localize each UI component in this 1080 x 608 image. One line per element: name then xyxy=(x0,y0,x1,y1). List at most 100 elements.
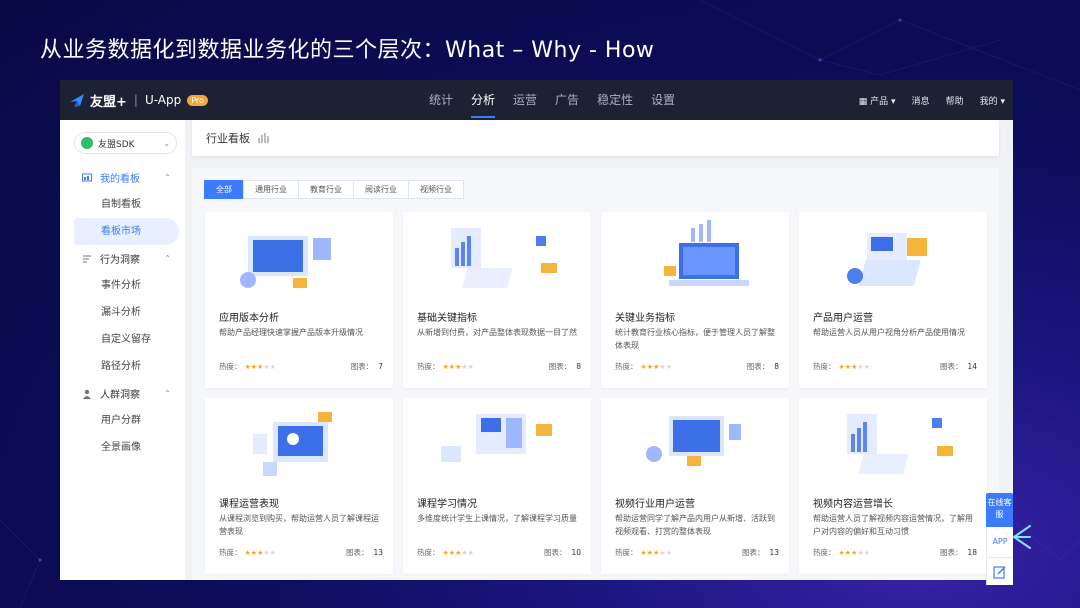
card-illustration xyxy=(240,236,331,288)
sidebar-item-user-segment[interactable]: 用户分群 xyxy=(60,407,185,434)
industry-tabs: 全部 通用行业 教育行业 阅读行业 视频行业 xyxy=(204,180,464,199)
online-service-button[interactable]: 在线客服 xyxy=(986,493,1013,527)
card-description: 帮助产品经理快速掌握产品版本升级情况 xyxy=(219,328,363,337)
board-card[interactable]: 视频行业用户运营 帮助运营同学了解产品内用户从新增、活跃到视频观看、打赏的整体表现… xyxy=(601,398,789,574)
heat-rating: ★★★★★ xyxy=(245,549,276,557)
card-footer: 热度： ★★★★★ 图表： 14 xyxy=(813,361,977,372)
board-card[interactable]: 课程运营表现 从课程浏览到购买，帮助运营人员了解课程运营表现 热度： ★★★★★ 图表：… xyxy=(205,398,393,574)
sidebar-item-path-analysis[interactable]: 路径分析 xyxy=(60,353,185,380)
page-header: 行业看板 xyxy=(192,120,999,156)
board-card[interactable]: 关键业务指标 统计教育行业核心指标，便于管理人员了解整体表现 热度： ★★★★★ 图表：… xyxy=(601,212,789,388)
brand-name: 友盟+ xyxy=(90,94,127,110)
card-title: 关键业务指标 xyxy=(615,313,675,324)
heat-rating: ★★★★★ xyxy=(641,549,672,557)
sidebar: 友盟SDK ⌄ 我的看板 ⌃ 自制看板 看板市场 行为洞察 ⌃ 事件分析 漏斗分… xyxy=(60,120,185,580)
chart-count: 图表： 18 xyxy=(939,548,977,557)
chart-count: 图表： 13 xyxy=(741,548,779,557)
card-illustration xyxy=(847,414,953,474)
tab-education[interactable]: 教育行业 xyxy=(298,180,354,199)
chart-icon xyxy=(258,133,269,143)
card-footer: 热度： ★★★★★ 图表： 13 xyxy=(615,547,779,558)
card-footer: 热度： ★★★★★ 图表： 18 xyxy=(813,547,977,558)
user-icon xyxy=(83,389,91,399)
card-title: 课程学习情况 xyxy=(417,499,477,510)
board-card[interactable]: 基础关键指标 从新增到付费，对产品整体表现数据一目了然 热度： ★★★★★ 图表： 8 xyxy=(403,212,591,388)
sparkle-decoration xyxy=(1013,525,1031,549)
app-download-button[interactable]: APP xyxy=(986,527,1013,557)
top-navigation-bar: 友盟+ | U-App Pro 统计 分析 运营 广告 稳定性 设置 ▦ 产品 … xyxy=(60,80,1013,120)
sidebar-group-behavior[interactable]: 行为洞察 ⌃ xyxy=(60,245,185,272)
sidebar-item-custom-board[interactable]: 自制看板 xyxy=(60,191,185,218)
star-icon: ★ xyxy=(665,362,672,371)
brand-logo[interactable]: 友盟+ | U-App Pro xyxy=(68,91,208,110)
sidebar-item-board-market[interactable]: 看板市场 xyxy=(74,218,179,245)
chart-count: 图表： 13 xyxy=(345,548,383,557)
messages-link[interactable]: 消息 xyxy=(912,94,930,107)
chart-count: 图表： 10 xyxy=(543,548,581,557)
help-link[interactable]: 帮助 xyxy=(946,94,964,107)
star-icon: ★ xyxy=(863,362,870,371)
product-menu[interactable]: ▦ 产品 ▾ xyxy=(859,94,896,107)
floating-service-bar: 在线客服 APP xyxy=(986,493,1013,585)
heat-label: 热度： xyxy=(417,362,440,371)
feedback-button[interactable] xyxy=(986,557,1013,585)
card-description: 多维度统计学生上课情况，了解课程学习质量 xyxy=(417,514,577,523)
star-icon: ★ xyxy=(467,548,474,557)
app-window: 友盟+ | U-App Pro 统计 分析 运营 广告 稳定性 设置 ▦ 产品 … xyxy=(60,80,1013,580)
card-footer: 热度： ★★★★★ 图表： 7 xyxy=(219,361,383,372)
nav-wendingxing[interactable]: 稳定性 xyxy=(588,80,642,120)
card-illustration xyxy=(451,228,557,288)
tab-video[interactable]: 视频行业 xyxy=(408,180,464,199)
card-description: 从新增到付费，对产品整体表现数据一目了然 xyxy=(417,328,577,337)
brand-separator: | xyxy=(133,93,138,107)
card-title: 视频内容运营增长 xyxy=(813,499,893,510)
umeng-logo-icon xyxy=(70,94,84,107)
card-illustration xyxy=(664,220,749,286)
card-description: 帮助运营同学了解产品内用户从新增、活跃到视频观看、打赏的整体表现 xyxy=(615,514,775,536)
chevron-up-icon: ⌃ xyxy=(164,254,171,263)
sidebar-group-crowd[interactable]: 人群洞察 ⌃ xyxy=(60,380,185,407)
card-description: 帮助运营人员从用户视角分析产品使用情况 xyxy=(813,328,965,337)
star-icon: ★ xyxy=(269,362,276,371)
chevron-down-icon: ⌄ xyxy=(163,138,170,148)
chart-count: 图表： 7 xyxy=(350,362,383,371)
board-card[interactable]: 应用版本分析 帮助产品经理快速掌握产品版本升级情况 热度： ★★★★★ 图表： 7 xyxy=(205,212,393,388)
board-card-grid: 应用版本分析 帮助产品经理快速掌握产品版本升级情况 热度： ★★★★★ 图表： 7 基础关键… xyxy=(205,212,987,574)
behavior-icon xyxy=(83,255,91,262)
nav-yunying[interactable]: 运营 xyxy=(504,80,546,120)
board-card[interactable]: 课程学习情况 多维度统计学生上课情况，了解课程学习质量 热度： ★★★★★ 图表： 10 xyxy=(403,398,591,574)
my-menu[interactable]: 我的 ▾ xyxy=(980,94,1005,107)
board-card[interactable]: 视频内容运营增长 帮助运营人员了解视频内容运营情况，了解用户对内容的偏好和互动习惯… xyxy=(799,398,987,574)
heat-rating: ★★★★★ xyxy=(839,549,870,557)
tab-reading[interactable]: 阅读行业 xyxy=(353,180,409,199)
card-illustration xyxy=(441,414,552,462)
main-nav: 统计 分析 运营 广告 稳定性 设置 xyxy=(420,80,684,120)
card-footer: 热度： ★★★★★ 图表： 8 xyxy=(615,361,779,372)
card-title: 应用版本分析 xyxy=(219,313,279,324)
heat-label: 热度： xyxy=(615,548,638,557)
nav-shezhi[interactable]: 设置 xyxy=(642,80,684,120)
board-card[interactable]: 产品用户运营 帮助运营人员从用户视角分析产品使用情况 热度： ★★★★★ 图表： 14 xyxy=(799,212,987,388)
heat-label: 热度： xyxy=(813,362,836,371)
sidebar-item-funnel-analysis[interactable]: 漏斗分析 xyxy=(60,299,185,326)
chart-count: 图表： 8 xyxy=(746,362,779,371)
nav-tongji[interactable]: 统计 xyxy=(420,80,462,120)
card-footer: 热度： ★★★★★ 图表： 13 xyxy=(219,547,383,558)
board-icon xyxy=(82,173,92,181)
sidebar-item-panorama[interactable]: 全景画像 xyxy=(60,434,185,461)
sdk-select[interactable]: 友盟SDK ⌄ xyxy=(74,132,177,154)
heat-label: 热度： xyxy=(813,548,836,557)
card-illustration xyxy=(253,412,332,476)
sidebar-group-my-boards[interactable]: 我的看板 ⌃ xyxy=(60,164,185,191)
nav-guanggao[interactable]: 广告 xyxy=(546,80,588,120)
tab-general[interactable]: 通用行业 xyxy=(243,180,299,199)
nav-fenxi[interactable]: 分析 xyxy=(462,80,504,120)
heat-label: 热度： xyxy=(219,362,242,371)
heat-label: 热度： xyxy=(615,362,638,371)
star-icon: ★ xyxy=(863,548,870,557)
tab-all[interactable]: 全部 xyxy=(204,180,244,199)
sidebar-item-custom-retention[interactable]: 自定义留存 xyxy=(60,326,185,353)
card-illustration xyxy=(847,233,927,286)
edit-icon xyxy=(993,565,1006,579)
sidebar-item-event-analysis[interactable]: 事件分析 xyxy=(60,272,185,299)
